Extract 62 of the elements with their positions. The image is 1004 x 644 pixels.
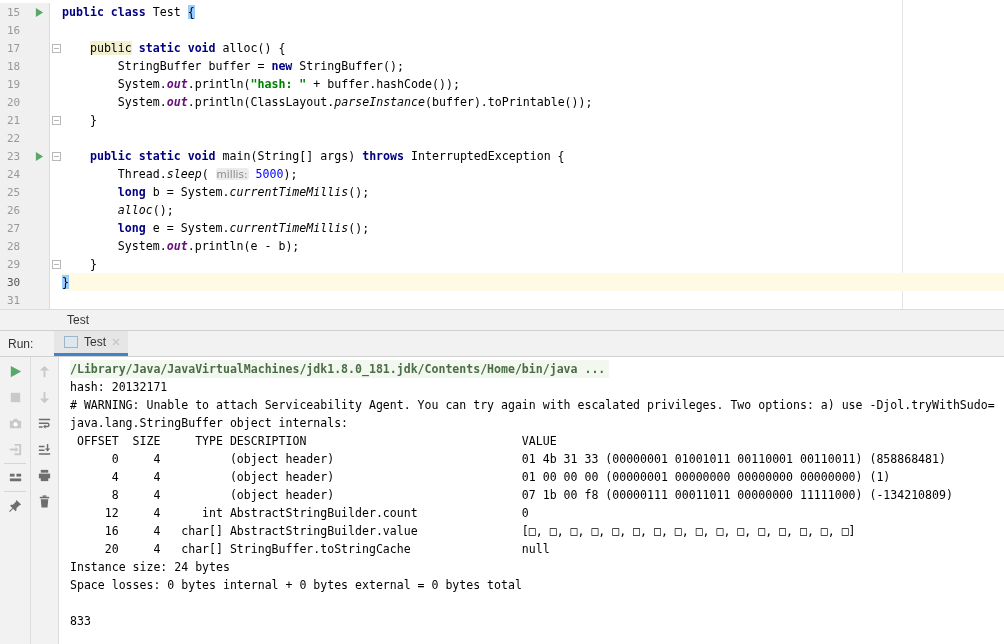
console-line: java.lang.StringBuffer object internals: — [70, 415, 350, 432]
run-icon[interactable] — [34, 150, 44, 162]
breadcrumb-item[interactable]: Test — [67, 313, 89, 327]
fold-marker-icon[interactable] — [51, 115, 61, 125]
code-line: } — [88, 113, 97, 127]
exit-icon[interactable] — [7, 442, 23, 457]
pin-icon[interactable] — [7, 498, 23, 513]
code-line: System.out.println("hash: " + buffer.hashCode()); — [116, 77, 460, 91]
code-line: public static void alloc() { — [88, 41, 286, 55]
code-line: } — [88, 257, 97, 271]
code-line: Thread.sleep( millis: 5000); — [116, 167, 298, 181]
line-number: 30 — [6, 275, 22, 289]
code-line: StringBuffer buffer = new StringBuffer(); — [116, 59, 405, 73]
scroll-to-end-icon[interactable] — [37, 442, 52, 457]
line-number: 17 — [6, 41, 22, 55]
console-line: 16 4 char[] AbstractStringBuilder.value [□, □, □, □, □, □, □, □, □, □, □, □, □, □, □, □] — [103, 523, 857, 540]
line-number: 29 — [6, 257, 22, 271]
code-line: alloc(); — [116, 203, 174, 217]
line-number: 28 — [6, 239, 22, 253]
run-icon[interactable] — [34, 6, 44, 18]
fold-marker-icon[interactable] — [51, 43, 61, 53]
code-line: System.out.println(e - b); — [116, 239, 300, 253]
console-line: Instance size: 24 bytes — [70, 559, 231, 576]
console-line: hash: 20132171 — [70, 379, 169, 396]
line-number: 18 — [6, 59, 22, 73]
fold-marker-icon[interactable] — [51, 259, 61, 269]
console-line: 4 4 (object header) 01 00 00 00 (00000001 00000000 00000000 00000000) (1) — [110, 469, 892, 486]
line-number: 24 — [6, 167, 22, 181]
code-line: public static void main(String[] args) throws InterruptedException { — [88, 149, 565, 163]
line-number: 27 — [6, 221, 22, 235]
close-icon[interactable] — [112, 338, 120, 346]
console-line: 20 4 char[] StringBuffer.toStringCache null — [103, 541, 551, 558]
line-number: 22 — [6, 131, 22, 145]
code-line: System.out.println(ClassLayout.parseInstance(buffer).toPrintable()); — [116, 95, 593, 109]
console-line: 8 4 (object header) 07 1b 00 f8 (00000111 00011011 00000000 11111000) (-134210809) — [110, 487, 954, 504]
console-line: 0 4 (object header) 01 4b 31 33 (00000001 01001011 00110001 00110011) (858868481) — [110, 451, 947, 468]
line-number: 25 — [6, 185, 22, 199]
console-line: # WARNING: Unable to attach Serviceability Agent. You can try again with escalated privileges. Two options: a) use -Djol.tryWithSudo= — [70, 397, 996, 414]
console-line: Space losses: 0 bytes internal + 0 bytes external = 0 bytes total — [70, 577, 523, 594]
print-icon[interactable] — [37, 468, 52, 483]
code-line: public class Test { — [62, 5, 195, 19]
fold-marker-icon[interactable] — [51, 151, 61, 161]
line-number: 31 — [6, 293, 22, 307]
console-line: 12 4 int AbstractStringBuilder.count 0 — [103, 505, 530, 522]
line-number: 26 — [6, 203, 22, 217]
line-number: 23 — [6, 149, 22, 163]
down-arrow-icon[interactable] — [37, 390, 52, 405]
console-line: 833 — [70, 613, 92, 630]
up-arrow-icon[interactable] — [37, 364, 52, 379]
trash-icon[interactable] — [37, 494, 52, 509]
code-line: long b = System.currentTimeMillis(); — [116, 185, 370, 199]
line-number: 21 — [6, 113, 22, 127]
camera-icon[interactable] — [7, 416, 23, 431]
code-line: long e = System.currentTimeMillis(); — [116, 221, 370, 235]
line-number: 19 — [6, 77, 22, 91]
wrap-icon[interactable] — [37, 416, 52, 431]
console-tab[interactable]: Test — [54, 331, 128, 356]
panel-label: Run: — [7, 335, 35, 353]
line-number: 20 — [6, 95, 22, 109]
line-number: 15 — [6, 5, 22, 19]
console-line: OFFSET SIZE TYPE DESCRIPTION VALUE — [75, 433, 558, 450]
line-number: 16 — [6, 23, 22, 37]
